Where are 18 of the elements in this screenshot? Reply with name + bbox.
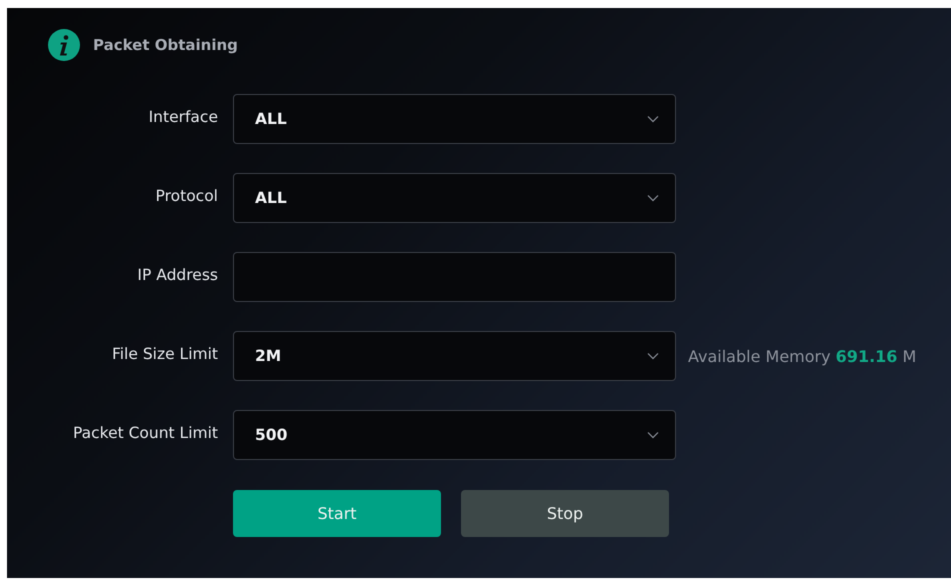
chevron-down-icon <box>647 431 659 439</box>
dropdown-field[interactable]: ALL <box>233 173 676 223</box>
info-icon <box>48 29 80 61</box>
field-label: IP Address <box>136 266 218 284</box>
dropdown-field[interactable]: 2M <box>233 331 676 381</box>
chevron-down-icon <box>647 194 659 202</box>
stop-button[interactable]: Stop <box>461 490 669 537</box>
dropdown-field[interactable]: 500 <box>233 410 676 460</box>
field-label: Interface <box>148 108 218 126</box>
field-label: File Size Limit <box>110 345 218 363</box>
chevron-down-icon <box>647 352 659 360</box>
section-title: Packet Obtaining <box>93 36 238 54</box>
dropdown-field[interactable]: ALL <box>233 94 676 144</box>
field-label: Protocol <box>154 187 218 205</box>
field-label: Packet Count Limit <box>72 424 218 442</box>
chevron-down-icon <box>647 115 659 123</box>
memory-note: Available Memory 691.16 M <box>688 346 916 366</box>
input-field[interactable] <box>233 252 676 302</box>
